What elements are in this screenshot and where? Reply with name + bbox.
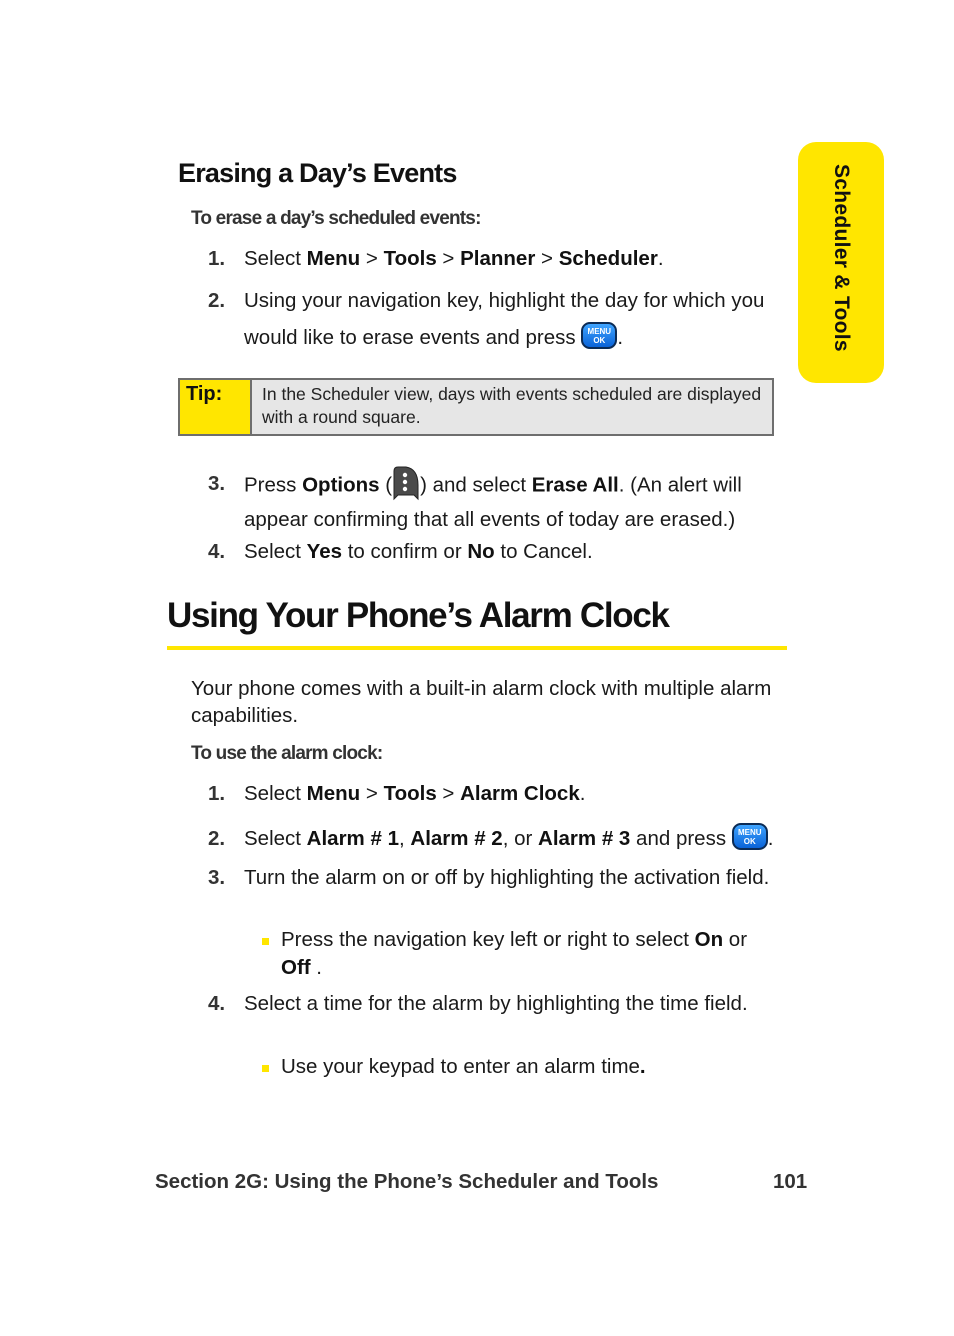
tip-label: Tip: — [180, 380, 252, 434]
bullet-square-icon — [262, 1065, 269, 1072]
section-side-tab: Scheduler & Tools — [798, 142, 884, 383]
step-text: Using your navigation key, highlight the… — [244, 289, 765, 350]
procedure-lead: To use the alarm clock: — [191, 743, 383, 764]
bullet-square-icon — [262, 938, 269, 945]
footer-section-title: Section 2G: Using the Phone’s Scheduler … — [155, 1170, 659, 1193]
step-text: Turn the alarm on or off by highlighting… — [244, 866, 770, 889]
step-text: Select Alarm # 1, Alarm # 2, or Alarm # … — [244, 823, 784, 854]
bullet-text: Press the navigation key left or right t… — [281, 928, 748, 979]
side-tab-label: Scheduler & Tools — [830, 164, 853, 352]
menu-ok-key-icon: MENU OK — [581, 322, 618, 350]
menu-ok-key-icon: MENU OK — [731, 823, 768, 851]
step-number: 1. — [208, 247, 226, 270]
section-heading-alarm-clock: Using Your Phone’s Alarm Clock — [167, 596, 670, 635]
bullet-text: Use your keypad to enter an alarm time. — [281, 1055, 646, 1078]
tip-box: Tip: In the Scheduler view, days with ev… — [178, 378, 774, 436]
step-text: Press Options () and select Erase All. (… — [244, 466, 789, 536]
step-text: Select Yes to confirm or No to Cancel. — [244, 540, 593, 563]
tip-text: In the Scheduler view, days with events … — [262, 384, 762, 427]
step-number: 2. — [208, 827, 226, 850]
step-number: 3. — [208, 472, 226, 495]
step-number: 4. — [208, 540, 226, 563]
step-number: 1. — [208, 782, 226, 805]
options-softkey-icon — [393, 466, 419, 501]
procedure-lead: To erase a day’s scheduled events: — [191, 208, 481, 229]
step-number: 3. — [208, 866, 226, 889]
step-text: Select Menu > Tools > Alarm Clock. — [244, 782, 586, 805]
page-number: 101 — [773, 1170, 808, 1193]
step-text: Select a time for the alarm by highlight… — [244, 992, 748, 1015]
heading-rule — [167, 646, 787, 650]
section-heading-erasing: Erasing a Day’s Events — [178, 158, 457, 188]
intro-paragraph: Your phone comes with a built-in alarm c… — [191, 677, 772, 727]
step-number: 4. — [208, 992, 226, 1015]
step-number: 2. — [208, 289, 226, 312]
step-text: Select Menu > Tools > Planner > Schedule… — [244, 247, 664, 270]
